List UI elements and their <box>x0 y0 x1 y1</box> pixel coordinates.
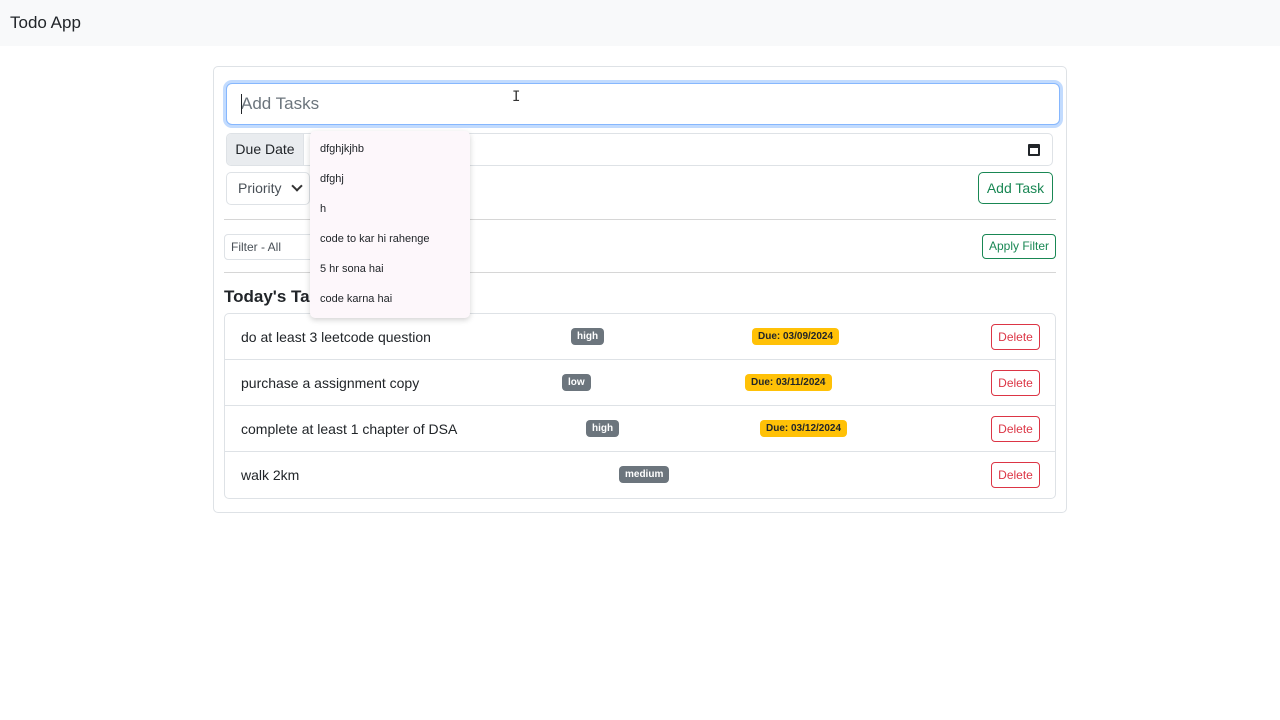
task-input[interactable] <box>226 83 1060 125</box>
priority-badge: low <box>562 374 591 391</box>
autocomplete-item[interactable]: dfghj <box>320 173 344 185</box>
autocomplete-item[interactable]: code to kar hi rahenge <box>320 233 429 245</box>
calendar-icon[interactable] <box>1028 144 1040 156</box>
app-brand[interactable]: Todo App <box>10 13 81 33</box>
chevron-down-icon <box>291 180 303 192</box>
mouse-cursor-icon: I <box>512 89 521 105</box>
autocomplete-item[interactable]: code karna hai <box>320 293 392 305</box>
due-badge: Due: 03/09/2024 <box>752 328 840 345</box>
priority-badge: high <box>586 420 620 437</box>
priority-badge: medium <box>619 466 670 483</box>
add-task-button[interactable]: Add Task <box>978 172 1053 204</box>
autocomplete-item[interactable]: dfghjkjhb <box>320 143 364 155</box>
filter-select-value: Filter - All <box>231 240 282 254</box>
apply-filter-button[interactable]: Apply Filter <box>982 234 1056 259</box>
priority-badge: high <box>571 328 605 345</box>
due-badge: Due: 03/11/2024 <box>745 374 832 391</box>
autocomplete-item[interactable]: 5 hr sona hai <box>320 263 384 275</box>
task-text: complete at least 1 chapter of DSA <box>241 421 458 437</box>
due-badge: Due: 03/12/2024 <box>760 420 848 437</box>
autocomplete-dropdown: dfghjkjhb dfghj h code to kar hi rahenge… <box>310 131 470 318</box>
task-text: do at least 3 leetcode question <box>241 329 431 345</box>
due-date-label: Due Date <box>227 134 304 165</box>
delete-button[interactable]: Delete <box>991 416 1040 442</box>
task-row: purchase a assignment copy low Due: 03/1… <box>225 360 1055 406</box>
priority-select[interactable]: Priority <box>226 172 310 205</box>
task-row: complete at least 1 chapter of DSA high … <box>225 406 1055 452</box>
task-text: walk 2km <box>241 467 300 483</box>
navbar: Todo App <box>0 0 1280 46</box>
task-row: walk 2km medium Delete <box>225 452 1055 498</box>
delete-button[interactable]: Delete <box>991 324 1040 350</box>
task-list: do at least 3 leetcode question high Due… <box>224 313 1056 499</box>
task-row: do at least 3 leetcode question high Due… <box>225 314 1055 360</box>
priority-select-value: Priority <box>238 180 282 196</box>
autocomplete-item[interactable]: h <box>320 203 326 215</box>
task-text: purchase a assignment copy <box>241 375 420 391</box>
text-caret <box>241 94 242 114</box>
delete-button[interactable]: Delete <box>991 370 1040 396</box>
delete-button[interactable]: Delete <box>991 462 1040 488</box>
filter-select[interactable]: Filter - All <box>224 234 314 260</box>
